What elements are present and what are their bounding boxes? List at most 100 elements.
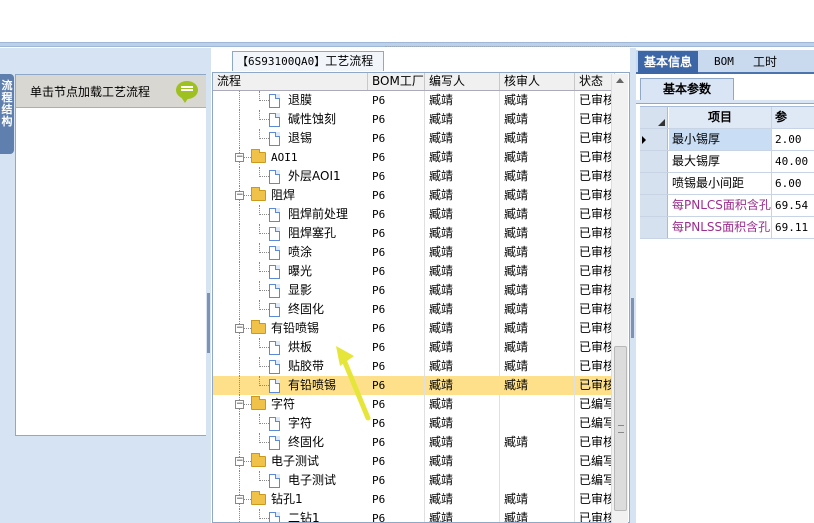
factory-cell: P6 — [368, 433, 425, 452]
flow-cell[interactable]: − 电子测试 — [213, 452, 368, 471]
row-indicator[interactable] — [640, 195, 668, 216]
table-row[interactable]: 喷涂 P6 臧靖 臧靖 已审核 — [213, 243, 615, 262]
collapse-icon[interactable]: − — [235, 324, 244, 333]
tab-work-hours[interactable]: 工时 — [747, 51, 783, 74]
flow-cell[interactable]: 显影 — [213, 281, 368, 300]
table-row[interactable]: − AOI1 P6 臧靖 臧靖 已审核 — [213, 148, 615, 167]
table-row[interactable]: − 钻孔1 P6 臧靖 臧靖 已审核 — [213, 490, 615, 509]
status-cell: 已审核 — [579, 264, 615, 278]
flow-cell[interactable]: 退膜 — [213, 91, 368, 110]
status-cell: 已审核 — [579, 93, 615, 107]
flow-cell[interactable]: 曝光 — [213, 262, 368, 281]
flow-cell[interactable]: 贴胶带 — [213, 357, 368, 376]
param-value[interactable]: 6.00 — [772, 173, 814, 194]
table-row[interactable]: 字符 P6 臧靖 已编写 — [213, 414, 615, 433]
flow-cell[interactable]: − 钻孔1 — [213, 490, 368, 509]
splitter-grip[interactable] — [631, 298, 634, 338]
flow-cell[interactable]: 字符 — [213, 414, 368, 433]
param-row[interactable]: 喷锡最小间距 6.00 — [640, 173, 814, 195]
left-splitter[interactable] — [206, 48, 211, 523]
sort-corner-icon[interactable] — [640, 107, 668, 128]
table-row[interactable]: − 字符 P6 臧靖 已编写 — [213, 395, 615, 414]
scroll-thumb[interactable] — [614, 346, 627, 511]
param-row[interactable]: 每PNLSS面积含孔 69.11 — [640, 217, 814, 239]
column-header-checker[interactable]: 核审人 — [500, 73, 575, 90]
row-pointer-icon[interactable] — [640, 129, 668, 150]
writer-cell: 臧靖 — [425, 357, 500, 376]
param-row[interactable]: 最小锡厚 2.00 — [640, 129, 814, 151]
table-row[interactable]: 碱性蚀刻 P6 臧靖 臧靖 已审核 — [213, 110, 615, 129]
table-row[interactable]: 终固化 P6 臧靖 臧靖 已审核 — [213, 433, 615, 452]
collapse-icon[interactable]: − — [235, 191, 244, 200]
row-indicator[interactable] — [640, 173, 668, 194]
table-row[interactable]: 烘板 P6 臧靖 臧靖 已审核 — [213, 338, 615, 357]
collapse-icon[interactable]: − — [235, 153, 244, 162]
table-row[interactable]: 显影 P6 臧靖 臧靖 已审核 — [213, 281, 615, 300]
flow-cell[interactable]: 二钻1 — [213, 509, 368, 522]
tree-line — [239, 471, 240, 490]
table-row[interactable]: 退锡 P6 臧靖 臧靖 已审核 — [213, 129, 615, 148]
tab-basic-info[interactable]: 基本信息 — [638, 51, 699, 74]
param-value[interactable]: 40.00 — [772, 151, 814, 172]
table-row[interactable]: 外层AOI1 P6 臧靖 臧靖 已审核 — [213, 167, 615, 186]
flow-cell[interactable]: 电子测试 — [213, 471, 368, 490]
param-row[interactable]: 每PNLCS面积含孔 69.54 — [640, 195, 814, 217]
document-icon — [269, 303, 280, 317]
table-row[interactable]: 电子测试 P6 臧靖 已编写 — [213, 471, 615, 490]
flow-cell[interactable]: 有铅喷锡 — [213, 376, 368, 395]
column-header-writer[interactable]: 编写人 — [425, 73, 500, 90]
flow-cell[interactable]: 碱性蚀刻 — [213, 110, 368, 129]
param-value[interactable]: 2.00 — [772, 129, 814, 150]
param-value[interactable]: 69.54 — [772, 195, 814, 216]
table-row[interactable]: 阻焊塞孔 P6 臧靖 臧靖 已审核 — [213, 224, 615, 243]
table-row[interactable]: 贴胶带 P6 臧靖 臧靖 已审核 — [213, 357, 615, 376]
table-row[interactable]: 曝光 P6 臧靖 臧靖 已审核 — [213, 262, 615, 281]
flow-cell[interactable]: 终固化 — [213, 300, 368, 319]
table-row[interactable]: − 阻焊 P6 臧靖 臧靖 已审核 — [213, 186, 615, 205]
row-indicator[interactable] — [640, 217, 668, 238]
table-row[interactable]: 二钻1 P6 臧靖 臧靖 已审核 — [213, 509, 615, 522]
collapse-icon[interactable]: − — [235, 400, 244, 409]
node-label: 外层AOI1 — [288, 169, 341, 183]
node-label: 退锡 — [288, 131, 313, 145]
flow-cell[interactable]: − 字符 — [213, 395, 368, 414]
flow-cell[interactable]: 终固化 — [213, 433, 368, 452]
writer-cell: 臧靖 — [425, 205, 500, 224]
table-row[interactable]: 退膜 P6 臧靖 臧靖 已审核 — [213, 91, 615, 110]
flow-cell[interactable]: 阻焊前处理 — [213, 205, 368, 224]
folder-icon — [251, 149, 266, 163]
collapse-icon[interactable]: − — [235, 495, 244, 504]
table-row[interactable]: − 电子测试 P6 臧靖 已编写 — [213, 452, 615, 471]
side-tab-process-structure[interactable]: 流程结构 — [0, 74, 14, 154]
flow-cell[interactable]: 外层AOI1 — [213, 167, 368, 186]
scroll-up-icon[interactable] — [616, 78, 624, 83]
tree-line — [239, 129, 240, 148]
node-label: 阻焊 — [271, 188, 296, 202]
table-row[interactable]: 阻焊前处理 P6 臧靖 臧靖 已审核 — [213, 205, 615, 224]
flow-cell[interactable]: − 阻焊 — [213, 186, 368, 205]
status-cell: 已审核 — [579, 169, 615, 183]
param-row[interactable]: 最大锡厚 40.00 — [640, 151, 814, 173]
grid-vertical-scrollbar[interactable] — [611, 74, 628, 523]
column-header-bom-factory[interactable]: BOM工厂 — [368, 73, 425, 90]
splitter-grip[interactable] — [207, 293, 210, 353]
column-header-status[interactable]: 状态 — [575, 73, 615, 90]
flow-cell[interactable]: − AOI1 — [213, 148, 368, 167]
collapse-icon[interactable]: − — [235, 457, 244, 466]
params-header-item[interactable]: 项目 — [669, 107, 772, 128]
flow-cell[interactable]: − 有铅喷锡 — [213, 319, 368, 338]
flow-cell[interactable]: 喷涂 — [213, 243, 368, 262]
row-indicator[interactable] — [640, 151, 668, 172]
param-value[interactable]: 69.11 — [772, 217, 814, 238]
flow-cell[interactable]: 退锡 — [213, 129, 368, 148]
column-header-flow[interactable]: 流程 — [213, 73, 368, 90]
subtab-basic-params[interactable]: 基本参数 — [640, 78, 734, 100]
params-header-value[interactable]: 参 — [772, 107, 814, 128]
flow-cell[interactable]: 烘板 — [213, 338, 368, 357]
table-row[interactable]: − 有铅喷锡 P6 臧靖 臧靖 已审核 — [213, 319, 615, 338]
table-row[interactable]: 终固化 P6 臧靖 臧靖 已审核 — [213, 300, 615, 319]
comment-bubble-icon[interactable] — [176, 81, 198, 103]
tab-bom[interactable]: BOM — [708, 51, 740, 74]
flow-cell[interactable]: 阻焊塞孔 — [213, 224, 368, 243]
table-row[interactable]: 有铅喷锡 P6 臧靖 臧靖 已审核 — [213, 376, 615, 395]
